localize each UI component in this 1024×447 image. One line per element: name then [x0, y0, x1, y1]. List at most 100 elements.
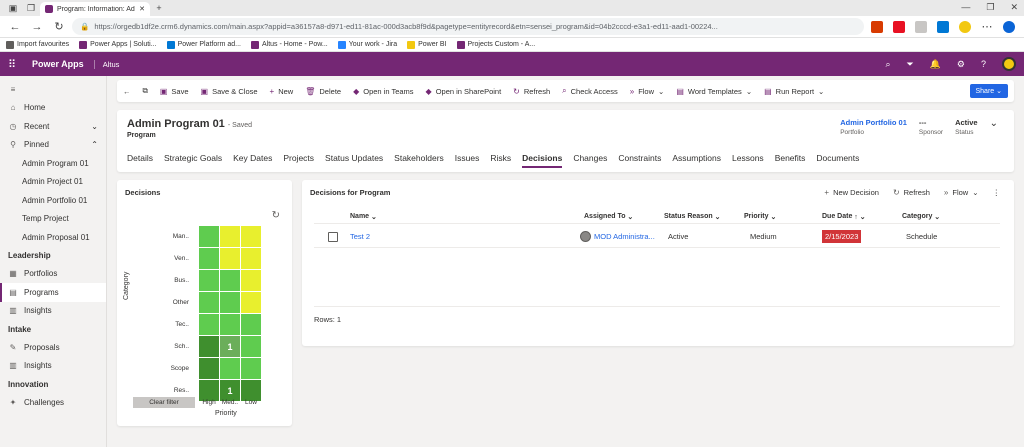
word-templates-button[interactable]: ▤ Word Templates ⌄ — [676, 87, 752, 96]
tab-strategic-goals[interactable]: Strategic Goals — [164, 153, 222, 168]
refresh-button[interactable]: ↻ Refresh — [513, 87, 550, 96]
extension-icon[interactable] — [937, 20, 949, 33]
heatmap-cell[interactable] — [199, 314, 219, 335]
bookmark[interactable]: Your work - Jira — [337, 40, 397, 49]
restore-icon[interactable]: ❐ — [986, 2, 994, 13]
heatmap-cell[interactable] — [199, 336, 219, 357]
sidebar-item-recent[interactable]: ◷ Recent ⌄ — [0, 117, 106, 136]
heatmap-cell[interactable] — [199, 248, 219, 269]
notification-bell-icon[interactable]: 🔔 — [930, 59, 941, 70]
delete-button[interactable]: 🗑 Delete — [305, 87, 341, 96]
heatmap-cell[interactable] — [241, 226, 261, 247]
tab-documents[interactable]: Documents — [816, 153, 859, 168]
bookmark[interactable]: Projects Custom - A... — [456, 40, 535, 49]
bookmark[interactable]: Power Apps | Soluti... — [79, 40, 157, 49]
reload-icon[interactable]: ↻ — [50, 20, 68, 33]
heatmap-cell[interactable] — [241, 336, 261, 357]
column-header-assigned-to[interactable]: Assigned To ⌄ — [584, 210, 633, 223]
sidebar-item-programs[interactable]: ▤ Programs — [0, 283, 106, 302]
save-close-button[interactable]: ▣ Save & Close — [201, 87, 258, 96]
heatmap-cell[interactable] — [199, 270, 219, 291]
column-header-name[interactable]: Name ⌄ — [350, 210, 377, 223]
browser-tab[interactable]: Program: Information: Admin Pr ✕ — [40, 2, 150, 16]
bookmark[interactable]: Altus - Home - Pow... — [250, 40, 328, 49]
tab-changes[interactable]: Changes — [573, 153, 607, 168]
run-report-button[interactable]: ▤ Run Report ⌄ — [764, 87, 824, 96]
extension-icon[interactable] — [915, 20, 927, 33]
column-header-status-reason[interactable]: Status Reason ⌄ — [664, 210, 720, 223]
subgrid-flow-button[interactable]: » Flow ⌄ — [944, 188, 979, 197]
extension-icon[interactable] — [871, 20, 883, 33]
open-in-sharepoint-button[interactable]: ◆ Open in SharePoint — [426, 87, 502, 96]
forward-icon[interactable]: → — [28, 21, 46, 33]
sidebar-item-challenges[interactable]: ✦ Challenges — [0, 393, 106, 412]
share-button[interactable]: Share ⌄ — [969, 84, 1008, 98]
bing-icon[interactable] — [1003, 20, 1015, 33]
heatmap-cell[interactable] — [220, 314, 240, 335]
sidebar-item-proposals[interactable]: ✎ Proposals — [0, 338, 106, 357]
tab-decisions[interactable]: Decisions — [522, 153, 563, 168]
close-tab-icon[interactable]: ✕ — [139, 5, 145, 13]
column-header-category[interactable]: Category ⌄ — [902, 210, 940, 223]
bookmark[interactable]: Power Platform ad... — [166, 40, 241, 49]
clear-filter-button[interactable]: Clear filter — [133, 397, 195, 408]
heatmap-cell[interactable] — [220, 270, 240, 291]
decision-name-link[interactable]: Test 2 — [350, 226, 370, 247]
heatmap-cell[interactable] — [220, 292, 240, 313]
tab-projects[interactable]: Projects — [283, 153, 314, 168]
profile-icon[interactable] — [959, 20, 971, 33]
tab-lessons[interactable]: Lessons — [732, 153, 764, 168]
sidebar-item-home[interactable]: ⌂ Home — [0, 99, 106, 118]
tab-benefits[interactable]: Benefits — [775, 153, 806, 168]
sidebar-item-insights[interactable]: ▥ Insights — [0, 302, 106, 321]
portfolio-link[interactable]: Admin Portfolio 01 — [840, 118, 907, 127]
filter-icon[interactable]: ⏷ — [906, 59, 913, 70]
more-icon[interactable]: ⋯ — [978, 20, 996, 33]
heatmap-cell[interactable] — [199, 292, 219, 313]
pinned-item[interactable]: Admin Program 01 — [0, 154, 106, 173]
back-icon[interactable]: ← — [123, 87, 131, 96]
tab-issues[interactable]: Issues — [455, 153, 480, 168]
close-window-icon[interactable]: ✕ — [1010, 2, 1018, 13]
tab-risks[interactable]: Risks — [490, 153, 511, 168]
extension-icon[interactable] — [893, 20, 905, 33]
subgrid-refresh-button[interactable]: ↻ Refresh — [893, 188, 930, 197]
assigned-to-link[interactable]: MOD Administra... — [594, 232, 655, 241]
workspaces-icon[interactable]: ▣ — [4, 0, 22, 16]
url-field[interactable]: 🔒 https://orgedb1df2e.crm6.dynamics.com/… — [72, 18, 864, 35]
new-tab-icon[interactable]: + — [150, 0, 168, 16]
column-header-priority[interactable]: Priority ⌄ — [744, 210, 776, 223]
heatmap-cell[interactable] — [199, 226, 219, 247]
row-checkbox[interactable] — [328, 231, 338, 242]
heatmap-cell[interactable] — [199, 380, 219, 401]
expand-header-chevron-icon[interactable]: ⌄ — [990, 118, 998, 136]
heatmap-cell[interactable] — [199, 358, 219, 379]
tab-details[interactable]: Details — [127, 153, 153, 168]
minimize-icon[interactable]: — — [961, 2, 970, 13]
pinned-item[interactable]: Admin Portfolio 01 — [0, 191, 106, 210]
tab-actions-icon[interactable]: ❐ — [22, 0, 40, 16]
new-decision-button[interactable]: + New Decision — [824, 188, 879, 197]
tab-constraints[interactable]: Constraints — [618, 153, 661, 168]
heatmap-cell[interactable] — [241, 314, 261, 335]
heatmap-cell[interactable] — [241, 358, 261, 379]
sidebar-item-insights[interactable]: ▥ Insights — [0, 357, 106, 376]
settings-gear-icon[interactable]: ⚙ — [957, 59, 965, 70]
pinned-item[interactable]: Admin Project 01 — [0, 173, 106, 192]
bookmark[interactable]: Import favourites — [6, 40, 69, 49]
app-launcher-icon[interactable]: ⠿ — [8, 58, 26, 71]
tab-stakeholders[interactable]: Stakeholders — [394, 153, 444, 168]
sidebar-menu-toggle[interactable]: ≡ — [0, 80, 106, 99]
heatmap-cell[interactable] — [241, 292, 261, 313]
open-in-teams-button[interactable]: ◆ Open in Teams — [353, 87, 413, 96]
refresh-icon[interactable]: ↻ — [272, 210, 280, 221]
heatmap-cell[interactable] — [241, 380, 261, 401]
sidebar-item-pinned[interactable]: ⚲ Pinned ⌃ — [0, 136, 106, 155]
pinned-item[interactable]: Admin Proposal 01 — [0, 228, 106, 247]
new-button[interactable]: + New — [270, 87, 294, 96]
heatmap-cell[interactable] — [241, 248, 261, 269]
tab-assumptions[interactable]: Assumptions — [672, 153, 721, 168]
bookmark[interactable]: Power BI — [407, 40, 447, 49]
heatmap-cell[interactable] — [220, 226, 240, 247]
heatmap-cell[interactable]: 1 — [220, 380, 240, 401]
